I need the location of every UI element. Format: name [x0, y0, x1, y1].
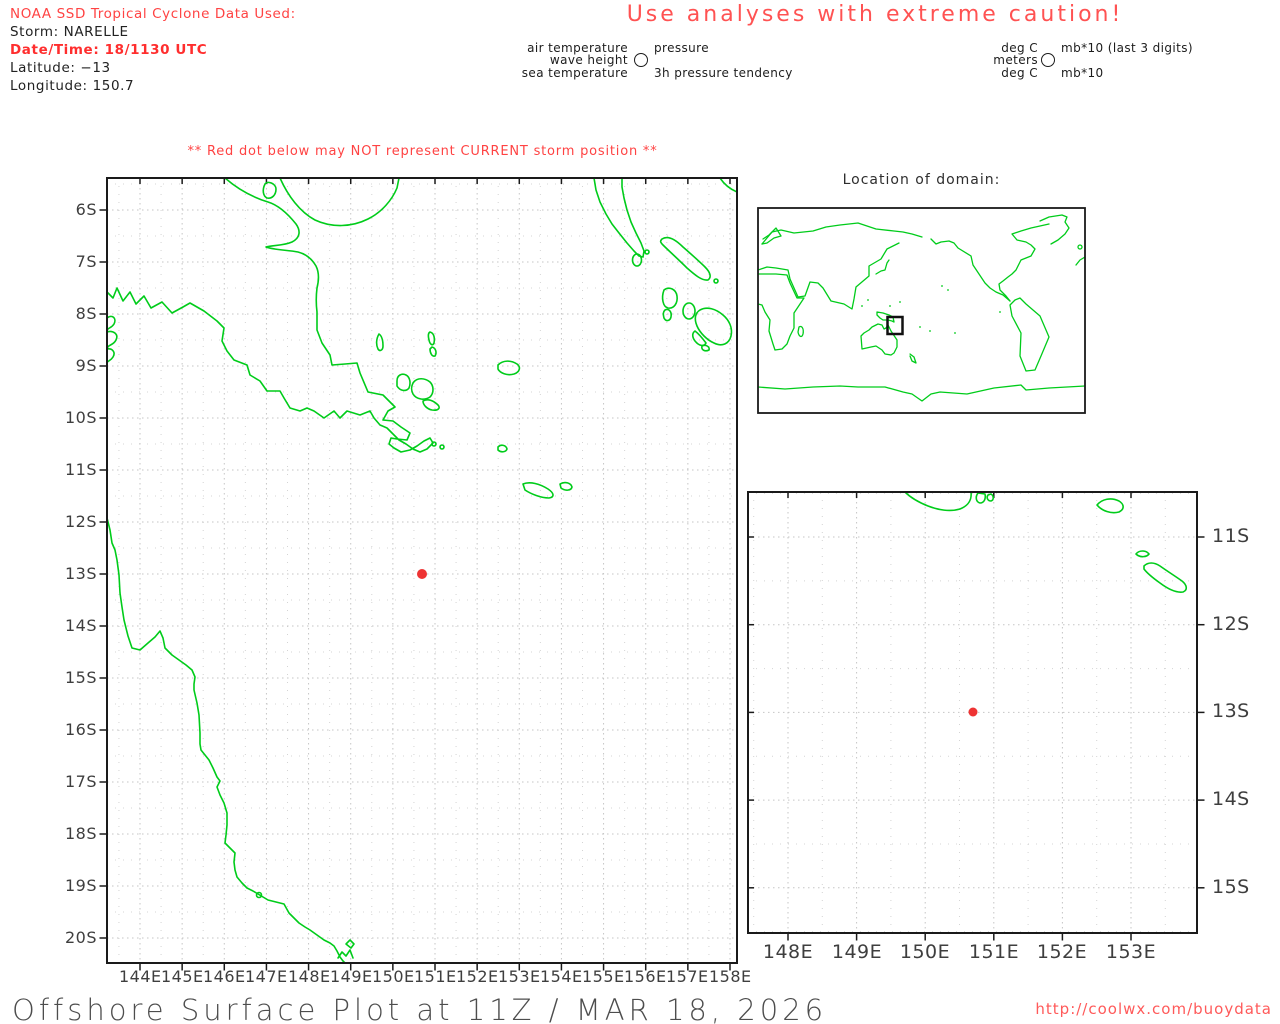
detail-map-grid [748, 492, 1205, 941]
domain-location-box [886, 315, 904, 336]
main-x-tick-label: 153E [498, 967, 541, 986]
detail-y-tick-label: 15S [1212, 876, 1250, 898]
offshore-surface-plot-page: NOAA SSD Tropical Cyclone Data Used: Sto… [0, 0, 1280, 1024]
main-y-tick-label: 7S [75, 252, 97, 271]
main-y-tick-label: 15S [64, 668, 97, 687]
main-x-tick-label: 148E [288, 967, 331, 986]
world-inset-border [757, 207, 1086, 414]
detail-x-tick-label: 148E [762, 941, 814, 963]
detail-y-tick-label: 11S [1212, 525, 1250, 547]
detail-y-tick-label: 14S [1212, 788, 1250, 810]
main-y-tick-label: 20S [64, 928, 97, 947]
plot-title: Offshore Surface Plot at 11Z / MAR 18, 2… [12, 993, 828, 1024]
main-y-tick-label: 18S [64, 824, 97, 843]
main-x-tick-label: 151E [414, 967, 457, 986]
detail-y-tick-label: 12S [1212, 613, 1250, 635]
main-x-tick-label: 147E [245, 967, 288, 986]
main-map-coastlines [107, 178, 737, 963]
main-x-tick-label: 146E [203, 967, 246, 986]
main-x-tick-label: 157E [666, 967, 709, 986]
plot-canvas [99, 177, 1205, 971]
main-y-tick-label: 9S [75, 356, 97, 375]
detail-storm-position-dot [968, 707, 978, 717]
main-y-tick-label: 19S [64, 876, 97, 895]
detail-x-tick-label: 152E [1036, 941, 1088, 963]
main-x-tick-label: 154E [540, 967, 583, 986]
main-y-tick-label: 16S [64, 720, 97, 739]
detail-x-tick-label: 149E [831, 941, 883, 963]
main-x-tick-label: 145E [161, 967, 204, 986]
main-x-tick-label: 155E [582, 967, 625, 986]
main-x-tick-label: 152E [456, 967, 499, 986]
detail-map-coastlines [904, 492, 1188, 717]
main-y-tick-label: 8S [75, 304, 97, 323]
main-y-tick-label: 11S [64, 460, 97, 479]
detail-x-tick-label: 153E [1105, 941, 1157, 963]
world-inset-coastlines [758, 214, 1085, 402]
main-x-tick-label: 149E [330, 967, 373, 986]
main-y-tick-label: 14S [64, 616, 97, 635]
main-y-tick-label: 17S [64, 772, 97, 791]
main-x-tick-label: 156E [624, 967, 667, 986]
detail-x-tick-label: 150E [899, 941, 951, 963]
main-y-tick-label: 12S [64, 512, 97, 531]
main-x-tick-label: 150E [372, 967, 415, 986]
source-url-link[interactable]: http://coolwx.com/buoydata [1000, 1000, 1272, 1018]
main-x-tick-label: 144E [119, 967, 162, 986]
detail-x-tick-label: 151E [968, 941, 1020, 963]
main-y-tick-label: 10S [64, 408, 97, 427]
main-y-tick-label: 13S [64, 564, 97, 583]
detail-y-tick-label: 13S [1212, 700, 1250, 722]
main-y-tick-label: 6S [75, 200, 97, 219]
main-x-tick-label: 158E [709, 967, 752, 986]
storm-position-dot [417, 569, 427, 579]
